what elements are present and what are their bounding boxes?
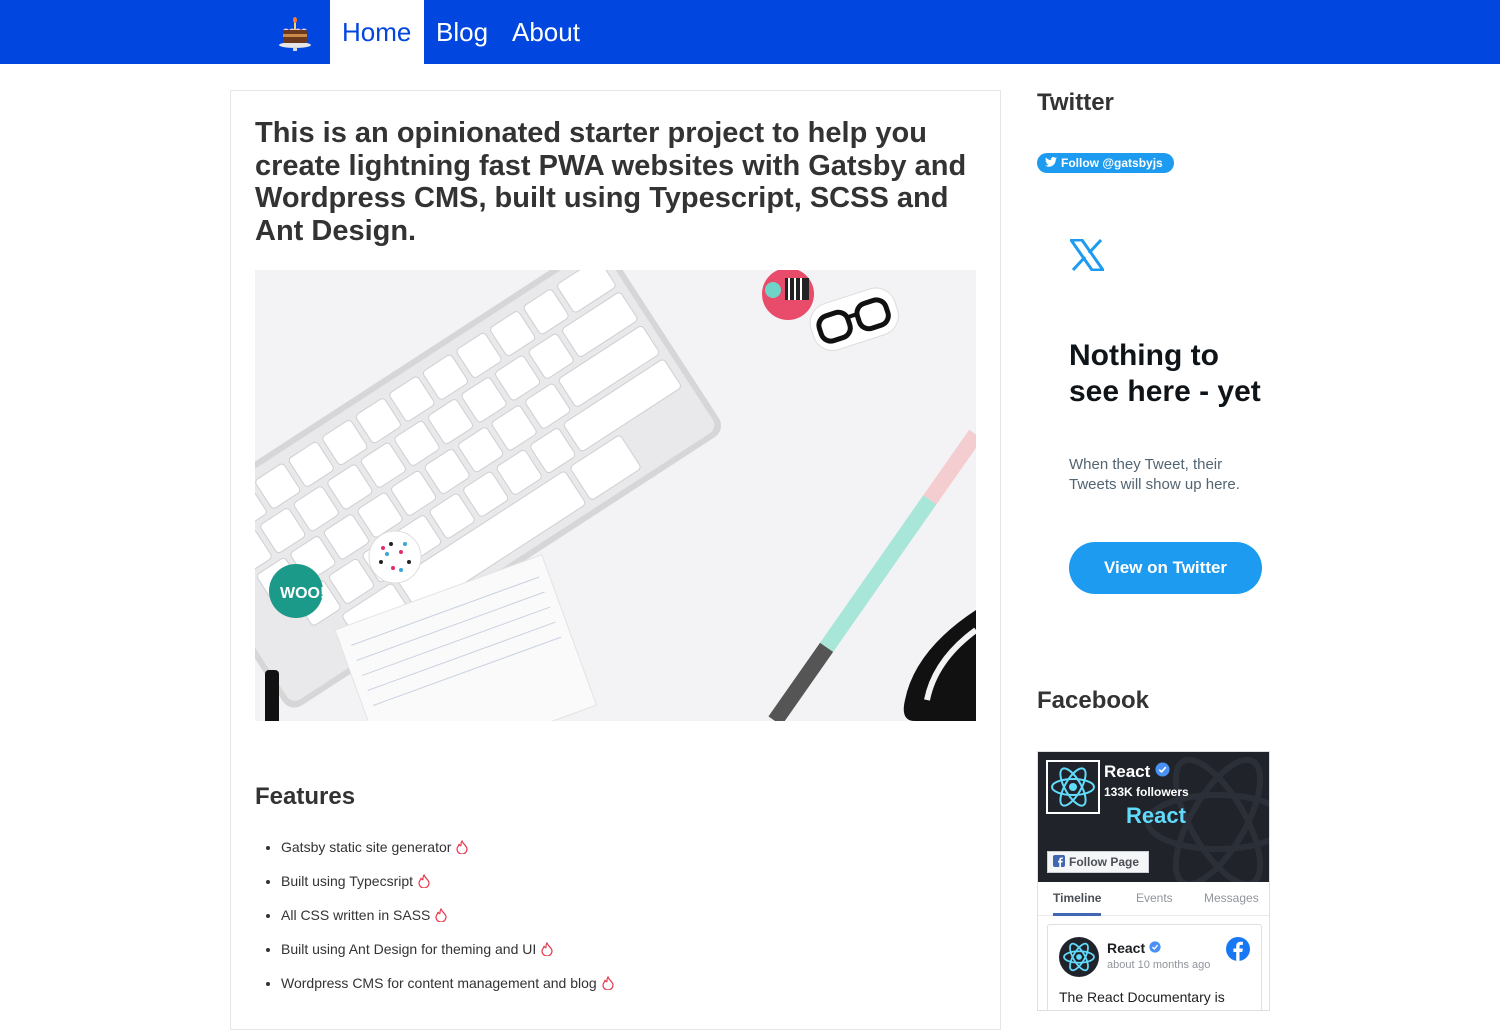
post-timestamp[interactable]: about 10 months ago (1107, 959, 1210, 971)
empty-timeline-text: When they Tweet, their Tweets will show … (1069, 456, 1240, 493)
react-logo-icon[interactable] (1046, 760, 1100, 814)
flame-icon (541, 941, 553, 961)
view-on-twitter-button[interactable]: View on Twitter (1069, 542, 1262, 594)
nav-about-link[interactable]: About (500, 0, 592, 64)
page-headline: This is an opinionated starter project t… (255, 117, 967, 247)
verified-badge-icon (1149, 940, 1161, 956)
nav-blog-link[interactable]: Blog (424, 0, 500, 64)
twitter-follow-button[interactable]: Follow @gatsbyjs (1037, 153, 1174, 173)
feature-text: Built using Typecsript (281, 873, 414, 889)
react-logo-icon[interactable] (1059, 937, 1099, 977)
post-author[interactable]: React (1107, 940, 1161, 956)
flame-icon (456, 839, 469, 859)
tab-messages[interactable]: Messages (1204, 882, 1259, 916)
flame-icon (418, 873, 430, 893)
list-item: All CSS written in SASS (281, 905, 614, 939)
facebook-followers-count: 133K followers (1104, 785, 1189, 799)
features-heading: Features (255, 783, 356, 810)
feature-text: Built using Ant Design for theming and U… (281, 941, 537, 957)
post-author-text: React (1107, 940, 1146, 956)
list-item: Wordpress CMS for content management and… (281, 973, 614, 1007)
hero-image: WOO! (255, 270, 976, 721)
top-navigation-bar: Home Blog About (0, 0, 1500, 64)
facebook-page-plugin: React 133K followers React Follow Page T… (1037, 751, 1270, 1011)
facebook-f-icon (1053, 854, 1065, 870)
twitter-timeline-embed: Nothing to see here - yet When they Twee… (1037, 200, 1297, 620)
facebook-post[interactable]: React about 10 months ago The React Docu… (1047, 924, 1262, 1010)
feature-text: Wordpress CMS for content management and… (281, 975, 597, 991)
x-logo-icon[interactable] (1068, 238, 1106, 276)
tab-events[interactable]: Events (1136, 882, 1173, 916)
facebook-logo-icon[interactable] (1226, 937, 1250, 966)
facebook-tabs: Timeline Events Messages (1038, 882, 1269, 916)
feature-text: All CSS written in SASS (281, 907, 431, 923)
facebook-page-name[interactable]: React (1104, 762, 1170, 782)
twitter-bird-icon (1045, 156, 1057, 170)
list-item: Built using Typecsript (281, 871, 614, 905)
flame-icon (435, 907, 447, 927)
empty-timeline-title: Nothing to see here - yet (1069, 339, 1261, 408)
main-content-card: This is an opinionated starter project t… (230, 90, 1001, 1030)
feature-text: Gatsby static site generator (281, 839, 452, 855)
list-item: Built using Ant Design for theming and U… (281, 939, 614, 973)
follow-label: Follow @gatsbyjs (1061, 156, 1163, 170)
follow-page-label: Follow Page (1069, 855, 1140, 869)
nav-home-link[interactable]: Home (330, 0, 424, 64)
cover-react-text: React (1126, 803, 1186, 828)
facebook-cover[interactable]: React 133K followers React Follow Page (1038, 752, 1269, 882)
verified-badge-icon (1155, 762, 1170, 782)
page-name-text: React (1104, 762, 1151, 781)
post-text: The React Documentary is (1059, 989, 1225, 1005)
flame-icon (602, 975, 614, 995)
facebook-follow-page-button[interactable]: Follow Page (1047, 851, 1149, 873)
birthday-cake-icon[interactable] (262, 0, 328, 64)
tab-timeline[interactable]: Timeline (1053, 882, 1102, 916)
facebook-heading: Facebook (1037, 687, 1150, 714)
list-item: Gatsby static site generator (281, 837, 614, 871)
svg-text:WOO!: WOO! (280, 585, 325, 602)
twitter-heading: Twitter (1037, 89, 1114, 116)
features-list: Gatsby static site generator Built using… (281, 837, 614, 1007)
